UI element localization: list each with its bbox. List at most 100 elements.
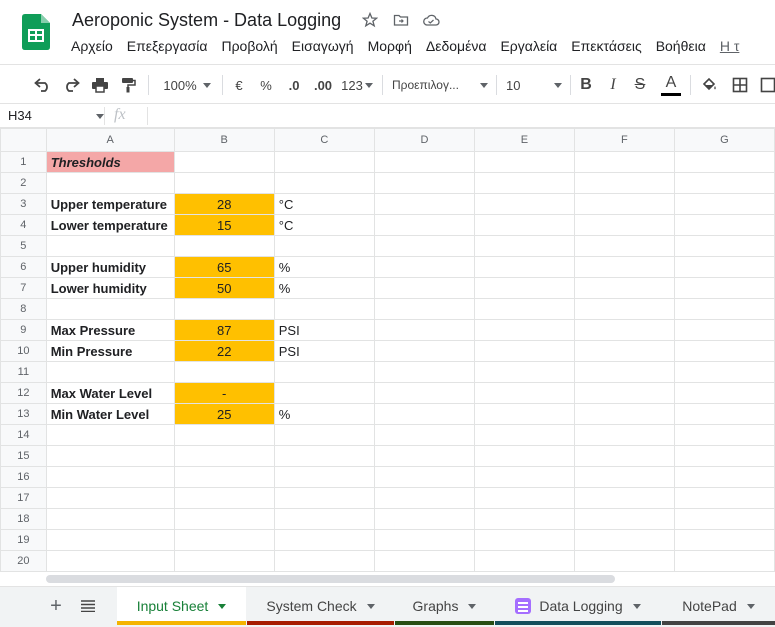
cell-empty[interactable] [473,151,575,173]
cell-value[interactable] [173,424,275,446]
cell-unit[interactable]: °C [273,214,375,236]
cell-label[interactable]: Upper temperature [45,193,175,215]
increase-decimals-button[interactable]: .00 [310,73,336,97]
cell-empty[interactable] [473,466,575,488]
column-header-f[interactable]: F [573,128,675,152]
star-icon[interactable] [360,10,380,30]
cell-empty[interactable] [373,424,475,446]
cell-label[interactable] [45,529,175,551]
cell-empty[interactable] [373,277,475,299]
cell-empty[interactable] [573,382,675,404]
cell-empty[interactable] [673,424,775,446]
column-header-e[interactable]: E [473,128,575,152]
cell-empty[interactable] [673,508,775,530]
cell-value[interactable] [173,172,275,194]
cell-empty[interactable] [373,550,475,572]
percent-format-button[interactable]: % [257,73,275,97]
name-box[interactable]: H34 [0,104,104,128]
sheets-logo-icon[interactable] [22,14,50,50]
cell-empty[interactable] [573,487,675,509]
text-color-button[interactable]: A [659,73,683,97]
column-header-b[interactable]: B [173,128,275,152]
cell-empty[interactable] [573,193,675,215]
cell-unit[interactable] [273,445,375,467]
cell-value[interactable] [173,445,275,467]
cell-empty[interactable] [673,361,775,383]
cell-empty[interactable] [473,445,575,467]
cell-empty[interactable] [673,256,775,278]
cell-label[interactable]: Lower humidity [45,277,175,299]
cell-empty[interactable] [573,235,675,257]
add-sheet-icon[interactable]: + [44,587,68,625]
cell-label[interactable]: Max Pressure [45,319,175,341]
cell-label[interactable] [45,550,175,572]
cell-value[interactable] [173,235,275,257]
cell-value[interactable] [173,298,275,320]
row-header[interactable]: 7 [0,277,47,299]
cell-empty[interactable] [573,277,675,299]
cell-empty[interactable] [373,382,475,404]
sheet-tab-notepad[interactable]: NotePad [662,587,775,625]
cell-empty[interactable] [673,151,775,173]
cell-unit[interactable] [273,382,375,404]
row-header[interactable]: 13 [0,403,47,425]
cell-label[interactable] [45,508,175,530]
cell-empty[interactable] [673,214,775,236]
column-header-d[interactable]: D [373,128,475,152]
cell-unit[interactable] [273,487,375,509]
row-header[interactable]: 4 [0,214,47,236]
cell-empty[interactable] [673,466,775,488]
horizontal-scrollbar[interactable] [46,575,615,583]
document-title[interactable]: Aeroponic System - Data Logging [72,10,341,31]
print-icon[interactable] [89,73,111,97]
cell-value[interactable]: 87 [173,319,275,341]
cell-label[interactable]: Min Water Level [45,403,175,425]
row-header[interactable]: 10 [0,340,47,362]
font-size-select[interactable]: 10 [506,73,562,97]
cell-unit[interactable]: PSI [273,340,375,362]
zoom-select[interactable]: 100% [158,73,216,97]
cell-empty[interactable] [473,361,575,383]
merge-cells-icon[interactable] [758,73,775,97]
cell-empty[interactable] [373,361,475,383]
cell-unit[interactable] [273,361,375,383]
cell-unit[interactable] [273,298,375,320]
cell-empty[interactable] [573,298,675,320]
cell-empty[interactable] [373,466,475,488]
cell-value[interactable] [173,487,275,509]
row-header[interactable]: 2 [0,172,47,194]
menu-edit[interactable]: Επεξεργασία [120,38,215,54]
cell-empty[interactable] [673,529,775,551]
cell-unit[interactable] [273,466,375,488]
cell-empty[interactable] [373,298,475,320]
undo-icon[interactable] [32,73,54,97]
cell-empty[interactable] [573,256,675,278]
cell-label[interactable]: Min Pressure [45,340,175,362]
cell-empty[interactable] [573,550,675,572]
cell-label[interactable] [45,445,175,467]
bold-button[interactable]: B [576,73,596,97]
row-header[interactable]: 19 [0,529,47,551]
cell-empty[interactable] [673,277,775,299]
cell-unit[interactable] [273,424,375,446]
row-header[interactable]: 8 [0,298,47,320]
row-header[interactable]: 1 [0,151,47,173]
cell-empty[interactable] [473,550,575,572]
cell-label[interactable] [45,487,175,509]
cell-unit[interactable]: % [273,277,375,299]
cell-unit[interactable] [273,172,375,194]
cell-empty[interactable] [373,319,475,341]
cell-empty[interactable] [673,319,775,341]
row-header[interactable]: 14 [0,424,47,446]
cell-label[interactable] [45,424,175,446]
move-folder-icon[interactable] [391,10,411,30]
select-all-corner[interactable] [0,128,47,152]
cell-empty[interactable] [473,487,575,509]
cell-empty[interactable] [373,256,475,278]
cell-value[interactable]: 28 [173,193,275,215]
sheet-tab-data-logging[interactable]: Data Logging [495,587,661,625]
cell-empty[interactable] [673,550,775,572]
italic-button[interactable]: I [603,73,623,97]
menu-help[interactable]: Βοήθεια [649,38,713,54]
column-header-g[interactable]: G [673,128,775,152]
